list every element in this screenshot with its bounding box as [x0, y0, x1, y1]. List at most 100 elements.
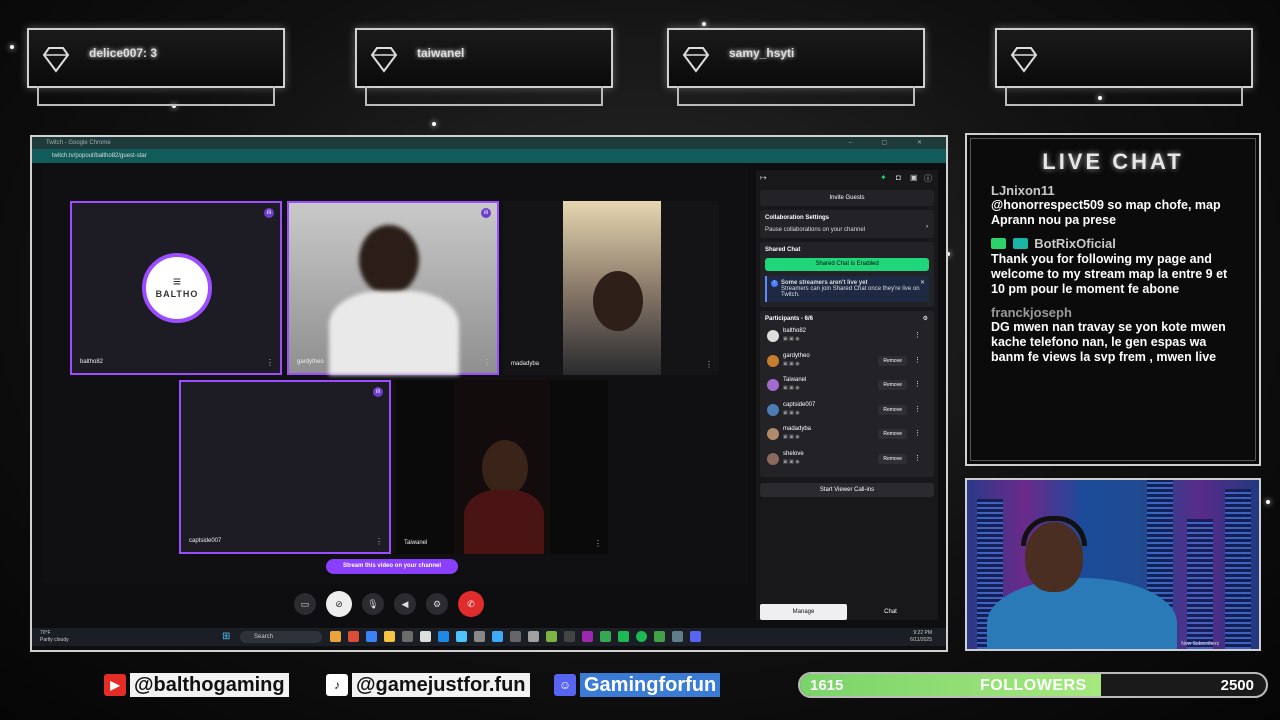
discord-icon[interactable] [690, 631, 701, 642]
channel-logo: ≡ BALTHO [142, 253, 212, 323]
remove-button[interactable]: Remove [878, 429, 907, 439]
app-icon[interactable] [456, 631, 467, 642]
microphone-icon[interactable]: 🎙 [362, 593, 384, 615]
window-title: Twitch - Google Chrome [46, 140, 111, 146]
tiktok-handle: ♪ @gamejustfor.fun [326, 672, 530, 698]
chat-message: BotRixOficial Thank you for following my… [967, 236, 1259, 297]
chat-message: franckjoseph DG mwen nan travay se yon k… [967, 305, 1259, 365]
more-icon[interactable]: ⋮ [914, 454, 921, 462]
app-icon[interactable] [330, 631, 341, 642]
diamond-icon [682, 47, 710, 73]
more-icon[interactable]: ⋮ [914, 331, 921, 339]
weather-temp: 70°F [40, 630, 51, 636]
start-viewer-callins-button[interactable]: Start Viewer Call-ins [760, 483, 934, 497]
app-icon[interactable] [348, 631, 359, 642]
avatar [767, 379, 779, 391]
weather-widget[interactable]: 70°F Partly cloudy [40, 630, 69, 644]
app-icon[interactable] [402, 631, 413, 642]
settings-gear-icon[interactable]: ⚙ [426, 593, 448, 615]
more-icon[interactable]: ⋮ [375, 537, 383, 546]
more-icon[interactable]: ⋮ [914, 405, 921, 413]
guest-tile-gardytheo[interactable]: ılı gardytheo ⋮ [287, 201, 499, 375]
collab-pause: Pause collaborations on your channel [765, 227, 866, 233]
diamond-icon [1010, 47, 1038, 73]
folder-icon[interactable] [384, 631, 395, 642]
close-icon[interactable]: ✕ [920, 279, 925, 286]
guest-tile-captside007[interactable]: ılı captside007 ⋮ [179, 380, 391, 554]
guest-tile-baltho82[interactable]: ılı ≡ BALTHO baltho82 ⋮ [70, 201, 282, 375]
guest-tile-madadyba[interactable]: madadyba ⋮ [503, 201, 719, 375]
remove-button[interactable]: Remove [878, 404, 907, 415]
app-icon[interactable] [366, 631, 377, 642]
more-icon[interactable]: ⋮ [914, 429, 921, 437]
more-icon[interactable]: ⋮ [483, 358, 491, 367]
bot-badge-icon [991, 238, 1006, 250]
discord-handle: ☺ Gamingforfun [554, 672, 721, 698]
guest-name: Taiwanel [404, 540, 428, 546]
app-icon[interactable] [492, 631, 503, 642]
collapse-icon[interactable]: ↦ [760, 173, 767, 182]
windows-start-icon[interactable]: ⊞ [222, 631, 230, 642]
participant-row: captside007 ▣ ▣ ◉ Remove ⋮ [765, 399, 929, 424]
city-building [1225, 489, 1251, 649]
media-status-icons: ▣ ▣ ◉ [783, 434, 800, 440]
more-icon[interactable]: ⋮ [266, 358, 274, 367]
more-icon[interactable]: ⋮ [914, 380, 921, 388]
invite-guests-button[interactable]: Invite Guests [760, 190, 934, 206]
settings-gear-icon[interactable]: ⚙ [923, 315, 928, 322]
guest-video [563, 201, 661, 375]
app-icon[interactable] [528, 631, 539, 642]
tab-chat[interactable]: Chat [847, 604, 934, 620]
speaker-icon[interactable]: ◀ [394, 593, 416, 615]
more-icon[interactable]: ⋮ [594, 539, 602, 548]
end-call-icon[interactable]: ✆ [458, 591, 484, 617]
tiktok-text: @gamejustfor.fun [352, 673, 530, 697]
participants-section: Participants - 6/6 ⚙ baltho82 ▣ ▣ ◉ ⋮ gardy… [760, 311, 934, 477]
app-icon[interactable] [420, 631, 431, 642]
taskbar-search[interactable]: Search [240, 631, 322, 643]
pin-icon[interactable]: ✦ [880, 173, 887, 182]
popout-icon[interactable]: ▣ [910, 173, 918, 182]
clock-time: 9:22 PM [913, 630, 932, 636]
app-icon[interactable] [474, 631, 485, 642]
badge-name: delice007: 3 [89, 46, 158, 60]
app-icon[interactable] [618, 631, 629, 642]
window-titlebar: Twitch - Google Chrome – ▢ ✕ [32, 137, 946, 149]
top-gifter-badge-1: delice007: 3 [27, 28, 285, 88]
app-icon[interactable] [564, 631, 575, 642]
shield-icon[interactable]: ◘ [896, 173, 901, 182]
chat-message: LJnixon11 @honorrespect509 so map chofe,… [967, 183, 1259, 228]
collaboration-settings[interactable]: Collaboration Settings Pause collaborati… [760, 210, 934, 238]
url-text: twitch.tv/popout/baltho82/guest-star [52, 153, 147, 159]
clock-date: 6/11/2025 [910, 637, 932, 643]
screen-share-icon[interactable]: ▭ [294, 593, 316, 615]
chat-text: @honorrespect509 so map chofe, map Apran… [991, 198, 1221, 227]
chevron-right-icon: › [926, 224, 928, 230]
app-icon[interactable] [510, 631, 521, 642]
app-icon[interactable] [438, 631, 449, 642]
spotify-icon[interactable] [636, 631, 647, 642]
chrome-icon[interactable] [600, 631, 611, 642]
more-icon[interactable]: ⋮ [914, 356, 921, 364]
system-tray[interactable]: 9:22 PM 6/11/2025 [910, 630, 932, 644]
tab-manage[interactable]: Manage [760, 604, 847, 620]
chat-user-line: BotRixOficial [991, 236, 1235, 252]
camera-off-icon[interactable]: ⊘ [326, 591, 352, 617]
address-bar[interactable]: twitch.tv/popout/baltho82/guest-star [32, 149, 946, 163]
shared-chat-enabled-button[interactable]: Shared Chat is Enabled [765, 258, 929, 271]
guest-tile-taiwanel[interactable]: Taiwanel ⋮ [396, 380, 608, 554]
app-icon[interactable] [546, 631, 557, 642]
chat-username: BotRixOficial [1034, 236, 1116, 251]
panel-header: ↦ ✦ ◘ ▣ ⓘ [756, 170, 938, 186]
remove-button[interactable]: Remove [878, 453, 907, 464]
app-icon[interactable] [582, 631, 593, 642]
remove-button[interactable]: Remove [878, 380, 907, 390]
window-controls[interactable]: – ▢ ✕ [849, 137, 936, 149]
app-icon[interactable] [672, 631, 683, 642]
help-icon[interactable]: ⓘ [924, 173, 932, 184]
play-icon[interactable] [654, 631, 665, 642]
more-icon[interactable]: ⋮ [705, 360, 713, 369]
remove-button[interactable]: Remove [878, 355, 907, 366]
participant-name: captside007 [783, 401, 816, 408]
stream-on-channel-button[interactable]: Stream this video on your channel [326, 559, 458, 574]
